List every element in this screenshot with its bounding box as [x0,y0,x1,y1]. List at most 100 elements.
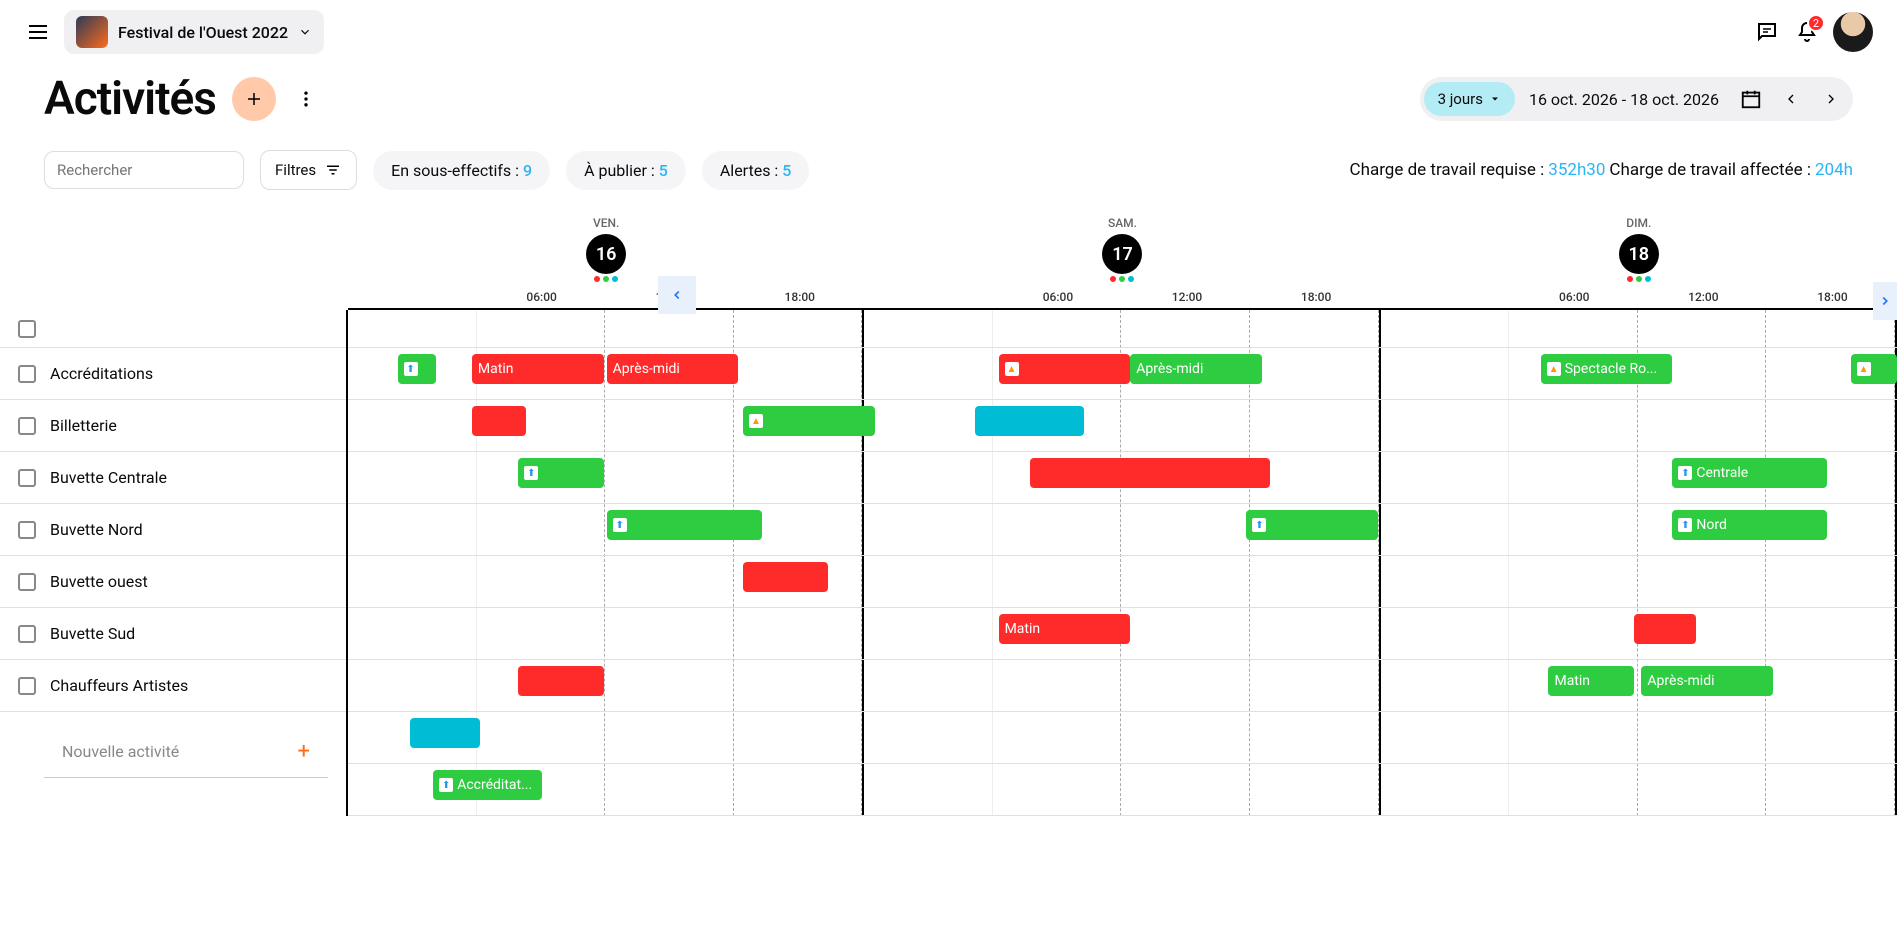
activity-row[interactable]: Accréditations [0,348,346,400]
event-label: Nord [1696,517,1726,533]
timeline-event[interactable] [607,510,762,540]
publish-chip[interactable]: À publier : 5 [566,151,686,190]
upload-icon [439,778,453,792]
more-options-button[interactable] [292,85,320,113]
timeline-event[interactable] [398,354,437,384]
activity-row[interactable]: Billetterie [0,400,346,452]
collapse-sidebar-button[interactable] [658,276,696,314]
timeline-event[interactable] [1634,614,1696,644]
activity-row[interactable]: Buvette Sud [0,608,346,660]
day-number[interactable]: 18 [1619,234,1659,274]
timeline-event[interactable] [1030,458,1270,488]
filters-button[interactable]: Filtres [260,150,357,190]
activity-row[interactable]: Buvette Nord [0,504,346,556]
timeline-event[interactable]: Matin [1548,666,1633,696]
expand-right-button[interactable] [1873,282,1897,320]
activity-name: Buvette Sud [50,624,135,643]
time-label: 06:00 [477,282,606,308]
day-number[interactable]: 17 [1102,234,1142,274]
menu-button[interactable] [24,18,52,46]
timeline-lane[interactable] [348,712,1897,764]
timeline-lane[interactable]: Centrale [348,452,1897,504]
timeline-event[interactable]: Matin [472,354,604,384]
chevron-down-icon [298,25,312,39]
timeline-event[interactable] [975,406,1083,436]
timeline-lane[interactable]: Accréditat... [348,764,1897,816]
activity-row[interactable]: Buvette ouest [0,556,346,608]
project-selector[interactable]: Festival de l'Ouest 2022 [64,10,324,54]
upload-icon [1252,518,1266,532]
search-input[interactable] [57,161,256,179]
new-activity-label: Nouvelle activité [62,742,179,761]
activity-row[interactable]: Buvette Centrale [0,452,346,504]
timeline-event[interactable]: Après-midi [1130,354,1262,384]
notification-badge: 2 [1807,14,1825,32]
activity-checkbox[interactable] [18,469,36,487]
event-label: Spectacle Ro... [1565,361,1657,377]
caret-down-icon [1489,93,1501,105]
notifications-button[interactable]: 2 [1793,18,1821,46]
warning-icon [749,414,763,428]
timeline-event[interactable]: Après-midi [607,354,739,384]
warning-icon [1547,362,1561,376]
timeline-event[interactable] [743,406,875,436]
new-activity-row[interactable]: Nouvelle activité + [44,726,328,778]
messages-button[interactable] [1753,18,1781,46]
timeline-event[interactable]: Nord [1672,510,1827,540]
upload-icon [1678,466,1692,480]
timeline-event[interactable]: Spectacle Ro... [1541,354,1673,384]
activity-checkbox[interactable] [18,417,36,435]
timeline-lane[interactable]: Matin [348,608,1897,660]
upload-icon [1678,518,1692,532]
page-title: Activités [44,72,216,126]
timeline-event[interactable] [518,458,603,488]
event-label: Après-midi [1136,361,1203,377]
alerts-chip[interactable]: Alertes : 5 [702,151,810,190]
prev-button[interactable] [1773,81,1809,117]
timeline-event[interactable] [1851,354,1897,384]
timeline-event[interactable] [1246,510,1378,540]
timeline-event[interactable] [743,562,828,592]
workload-summary: Charge de travail requise : 352h30 Charg… [1350,160,1853,180]
activity-checkbox[interactable] [18,625,36,643]
time-label: 06:00 [993,282,1122,308]
timeline-lane[interactable] [348,400,1897,452]
timeline-event[interactable]: Matin [999,614,1131,644]
timeline-event[interactable]: Centrale [1672,458,1827,488]
timeline-lane[interactable]: Matin Après-midi [348,660,1897,712]
add-activity-button[interactable] [232,77,276,121]
activity-checkbox[interactable] [18,521,36,539]
search-box[interactable] [44,151,244,189]
event-label: Matin [478,361,514,377]
timeline-lane[interactable] [348,556,1897,608]
user-avatar[interactable] [1833,12,1873,52]
timeline-event[interactable] [472,406,526,436]
timeline-event[interactable] [410,718,480,748]
understaffed-chip[interactable]: En sous-effectifs : 9 [373,151,550,190]
add-icon[interactable]: + [298,739,310,764]
event-label: Centrale [1696,465,1748,481]
time-label: 18:00 [735,282,864,308]
activity-name: Buvette ouest [50,572,148,591]
activity-name: Accréditations [50,364,153,383]
activity-name: Buvette Centrale [50,468,167,487]
calendar-button[interactable] [1733,81,1769,117]
timeline-event[interactable]: Accréditat... [433,770,541,800]
timeline-event[interactable] [518,666,603,696]
timeline-lane[interactable]: Matin Après-midi Après-midi Spectacle Ro... [348,348,1897,400]
time-label: 12:00 [1639,282,1768,308]
day-number[interactable]: 16 [586,234,626,274]
range-selector[interactable]: 3 jours [1424,82,1515,116]
timeline-event[interactable]: Après-midi [1641,666,1773,696]
next-button[interactable] [1813,81,1849,117]
activity-checkbox[interactable] [18,365,36,383]
activity-row[interactable]: Chauffeurs Artistes [0,660,346,712]
timeline-event[interactable] [999,354,1131,384]
upload-icon [613,518,627,532]
timeline-lane[interactable]: Nord [348,504,1897,556]
time-label: 12:00 [1122,282,1251,308]
select-all-checkbox[interactable] [18,320,36,338]
activity-checkbox[interactable] [18,573,36,591]
date-range-text: 16 oct. 2026 - 18 oct. 2026 [1519,90,1729,109]
activity-checkbox[interactable] [18,677,36,695]
